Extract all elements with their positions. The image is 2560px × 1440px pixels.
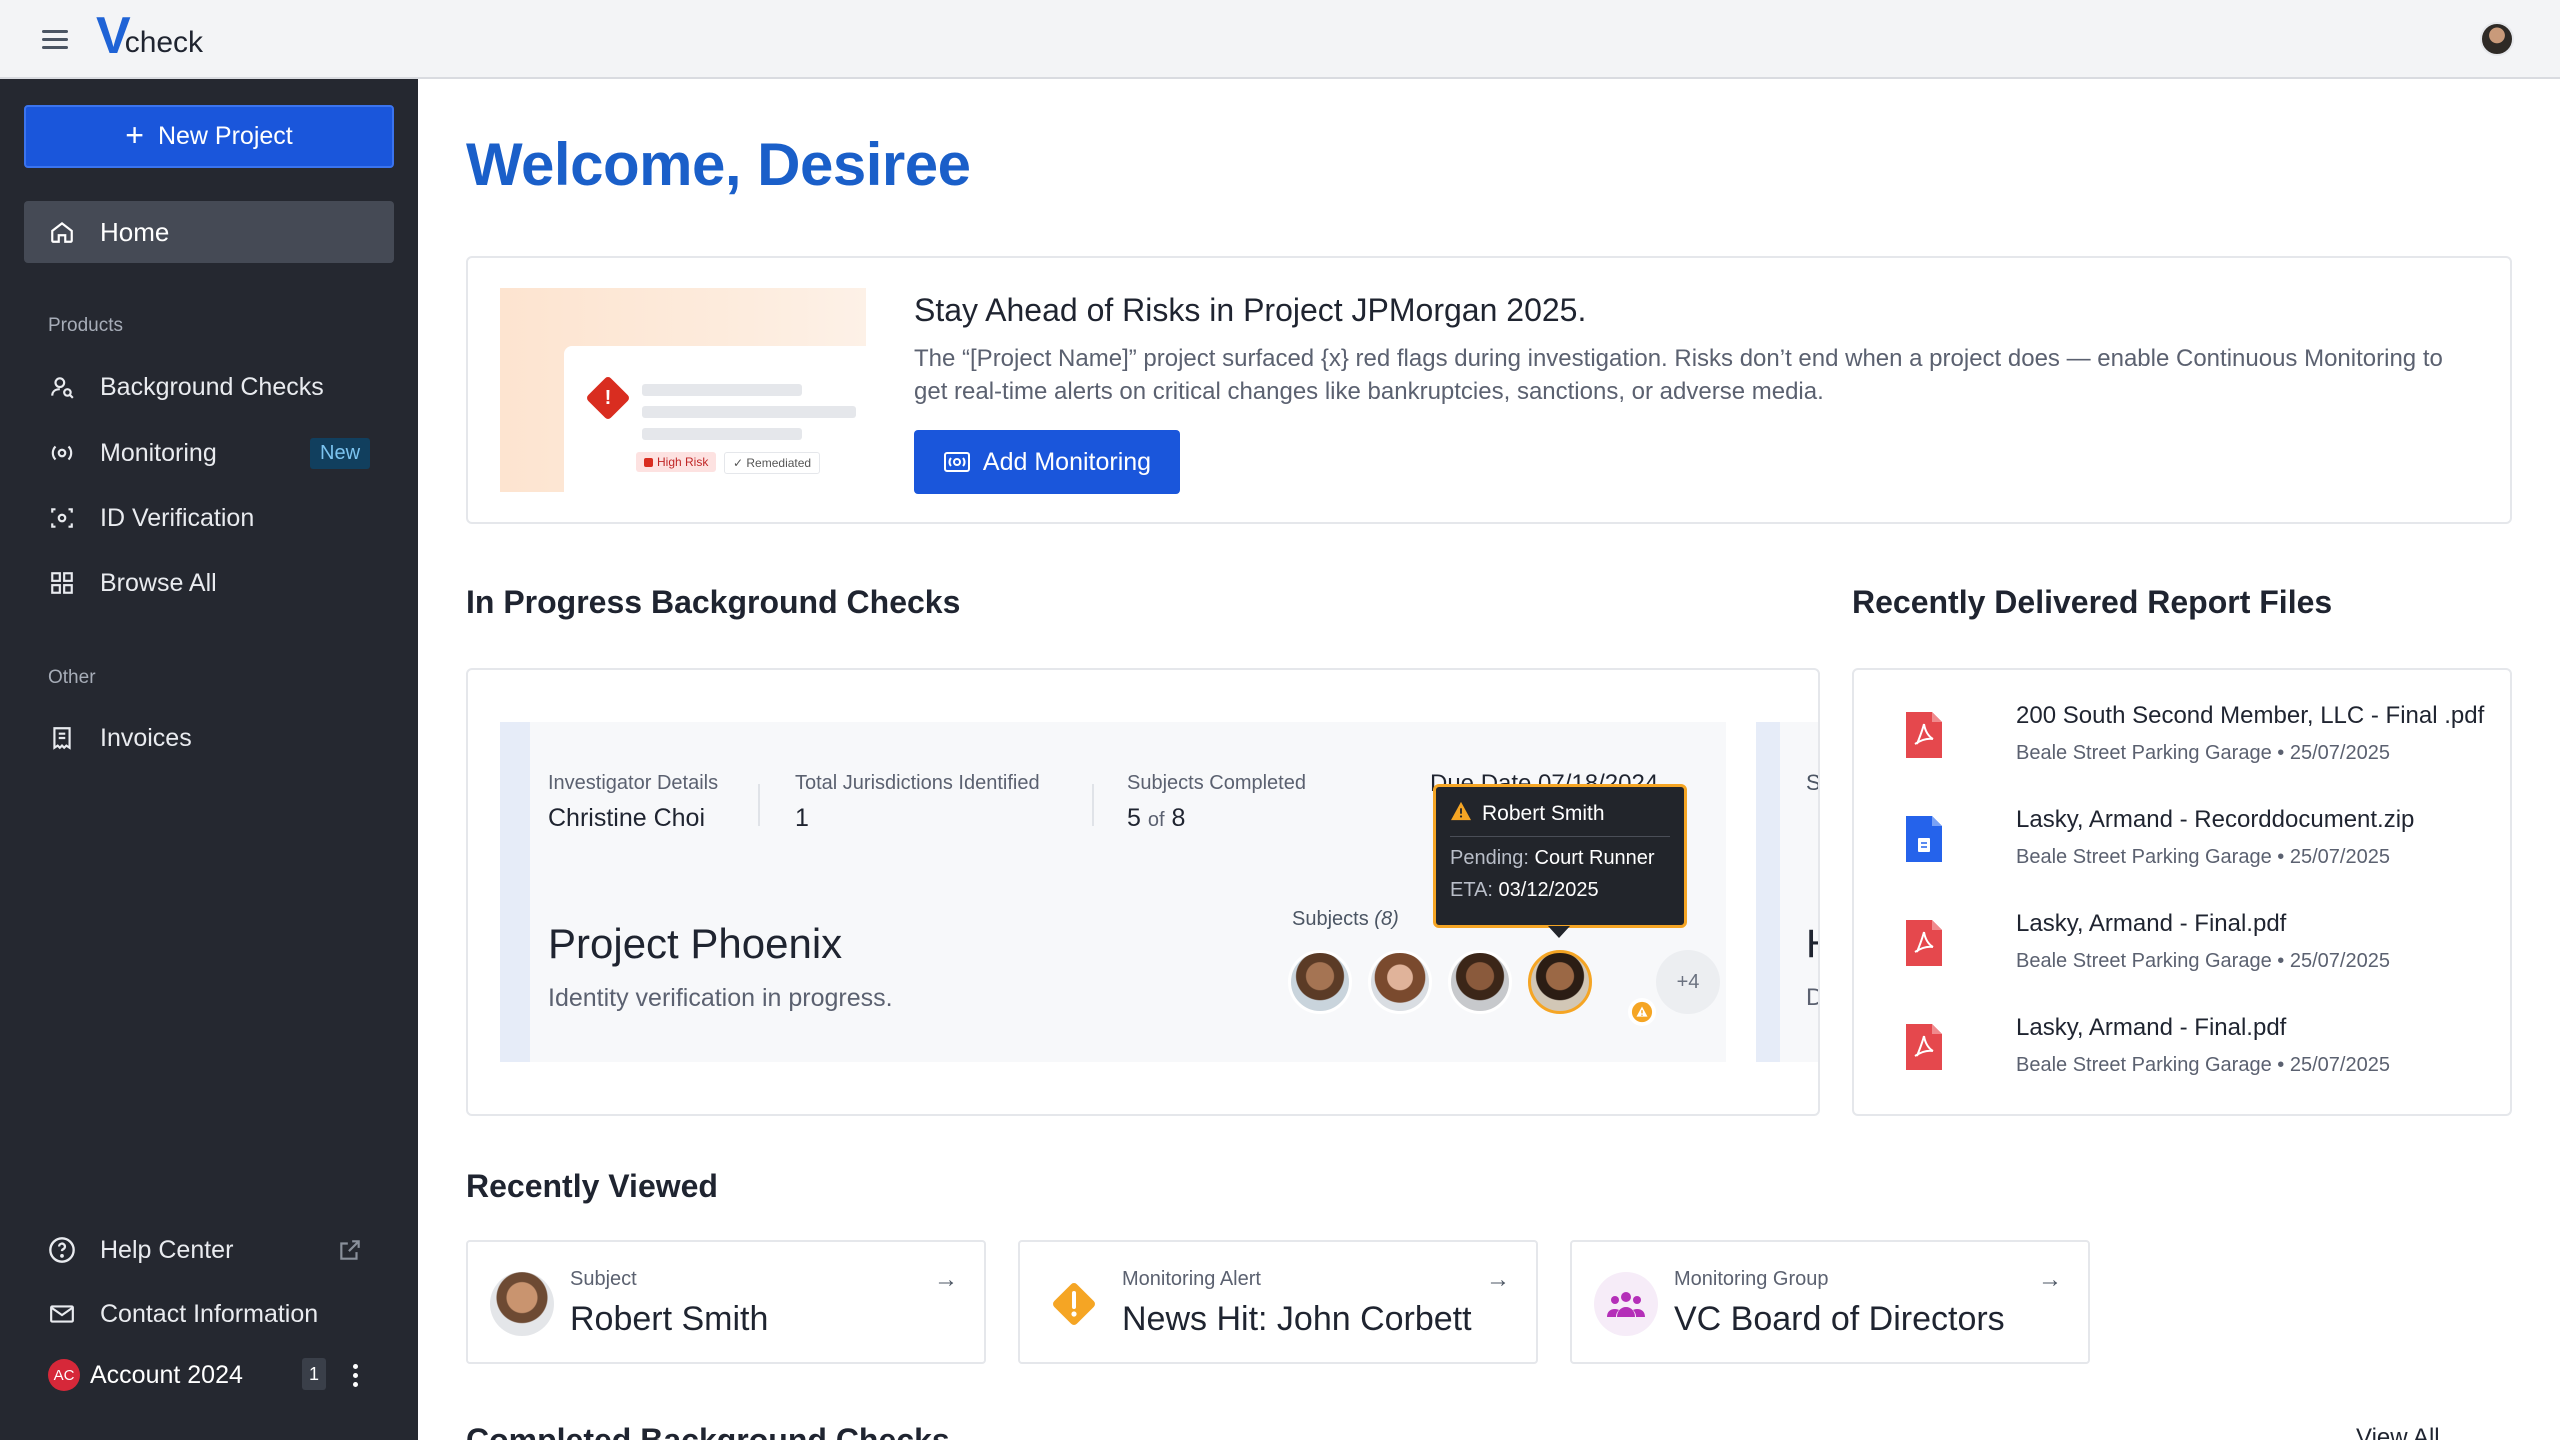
next-check-card-peek[interactable]: S H D (1756, 722, 1818, 1062)
arrow-right-icon: → (934, 1266, 958, 1293)
more-subjects-badge[interactable]: +4 (1656, 950, 1720, 1014)
hamburger-menu-icon[interactable] (42, 30, 68, 50)
kebab-menu-icon[interactable] (350, 1357, 360, 1393)
invoice-icon (48, 724, 76, 752)
id-scan-icon (48, 504, 76, 532)
sidebar-item-home[interactable]: Home (24, 201, 394, 263)
subject-avatar[interactable] (1288, 950, 1352, 1014)
mail-icon (48, 1300, 76, 1328)
add-monitoring-button[interactable]: Add Monitoring (914, 430, 1180, 494)
pdf-icon (1904, 1022, 1944, 1072)
page-title: Welcome, Desiree (466, 131, 971, 198)
subjects-label: Subjects (8) (1292, 908, 1399, 930)
sidebar-item-help-center[interactable]: Help Center (24, 1225, 394, 1275)
sidebar-item-monitoring[interactable]: Monitoring New (24, 428, 394, 478)
view-all-link[interactable]: View All (2356, 1424, 2440, 1440)
arrow-right-icon: → (2038, 1266, 2062, 1293)
pdf-icon (1904, 710, 1944, 760)
recently-viewed-subject-card[interactable]: Subject Robert Smith → (466, 1240, 986, 1364)
risk-illustration: ! High Risk ✓ Remediated (500, 288, 866, 492)
top-bar: V check (0, 0, 2560, 79)
sidebar: + New Project Home Products Background C… (0, 79, 418, 1440)
account-avatar: AC (48, 1359, 80, 1391)
grid-icon (48, 569, 76, 597)
new-project-button[interactable]: + New Project (24, 105, 394, 168)
recent-files-title: Recently Delivered Report Files (1852, 584, 2333, 620)
tooltip-eta: ETA: 03/12/2025 (1450, 879, 1599, 901)
products-section-label: Products (48, 315, 123, 336)
warning-icon (1450, 801, 1472, 827)
monitoring-promo-banner: ! High Risk ✓ Remediated Stay Ahead of R… (466, 256, 2512, 524)
file-row[interactable]: Lasky, Armand - Final.pdf Beale Street P… (1904, 1014, 2504, 1104)
warning-icon: ! (604, 386, 612, 409)
remediated-chip: ✓ Remediated (724, 452, 821, 474)
user-avatar[interactable] (2480, 22, 2514, 56)
account-label: Account 2024 (90, 1360, 243, 1389)
tooltip-pending: Pending: Court Runner (1450, 847, 1655, 869)
arrow-right-icon: → (1486, 1266, 1510, 1293)
recent-files-list: 200 South Second Member, LLC - Final .pd… (1852, 668, 2512, 1116)
promo-body: The “[Project Name]” project surfaced {x… (914, 345, 2443, 405)
warning-icon (1628, 998, 1656, 1026)
external-link-icon[interactable] (336, 1236, 364, 1264)
sidebar-item-browse-all[interactable]: Browse All (24, 558, 394, 608)
other-section-label: Other (48, 667, 96, 688)
subject-avatar[interactable] (1448, 950, 1512, 1014)
account-count-badge: 1 (302, 1358, 326, 1390)
sidebar-item-id-verification[interactable]: ID Verification (24, 493, 394, 543)
file-row[interactable]: Lasky, Armand - Recorddocument.zip Beale… (1904, 806, 2504, 896)
alert-diamond-icon (1042, 1272, 1106, 1336)
recently-viewed-title: Recently Viewed (466, 1168, 718, 1204)
home-icon (48, 218, 76, 246)
file-row[interactable]: Lasky, Armand - Final.pdf Beale Street P… (1904, 910, 2504, 1000)
subject-avatar-warning[interactable] (1528, 950, 1592, 1014)
file-row[interactable]: 200 South Second Member, LLC - Final .pd… (1904, 702, 2504, 792)
subjects-completed-value: 5 of 8 (1127, 804, 1186, 832)
new-badge: New (310, 438, 371, 469)
sidebar-item-contact-information[interactable]: Contact Information (24, 1289, 394, 1339)
completed-checks-title: Completed Background Checks (466, 1422, 950, 1440)
vcheck-logo[interactable]: V check (96, 10, 203, 62)
recently-viewed-group-card[interactable]: Monitoring Group VC Board of Directors → (1570, 1240, 2090, 1364)
account-switcher[interactable]: AC Account 2024 1 (48, 1355, 378, 1395)
in-progress-title: In Progress Background Checks (466, 584, 961, 620)
doc-icon (1904, 814, 1944, 864)
recently-viewed-alert-card[interactable]: Monitoring Alert News Hit: John Corbett … (1018, 1240, 1538, 1364)
plus-icon: + (125, 117, 144, 153)
user-search-icon (48, 373, 76, 401)
high-risk-chip: High Risk (636, 452, 717, 472)
group-icon (1594, 1272, 1658, 1336)
jurisdictions-value: 1 (795, 804, 809, 832)
help-circle-icon (48, 1236, 76, 1264)
subject-avatar (490, 1272, 554, 1336)
project-name: Project Phoenix (548, 920, 843, 967)
monitoring-icon (48, 439, 76, 467)
tooltip-name: Robert Smith (1482, 802, 1605, 825)
subject-tooltip: Robert Smith Pending: Court Runner ETA: … (1433, 784, 1687, 938)
subject-avatar[interactable] (1368, 950, 1432, 1014)
project-status: Identity verification in progress. (548, 984, 893, 1012)
sidebar-item-background-checks[interactable]: Background Checks (24, 362, 394, 412)
pdf-icon (1904, 918, 1944, 968)
monitoring-icon (943, 448, 971, 476)
investigator-label: Investigator Details (548, 772, 719, 794)
sidebar-item-invoices[interactable]: Invoices (24, 713, 394, 763)
investigator-value: Christine Choi (548, 804, 706, 832)
promo-title: Stay Ahead of Risks in Project JPMorgan … (914, 292, 1587, 328)
subjects-completed-label: Subjects Completed (1127, 772, 1306, 794)
jurisdictions-label: Total Jurisdictions Identified (795, 772, 1040, 794)
